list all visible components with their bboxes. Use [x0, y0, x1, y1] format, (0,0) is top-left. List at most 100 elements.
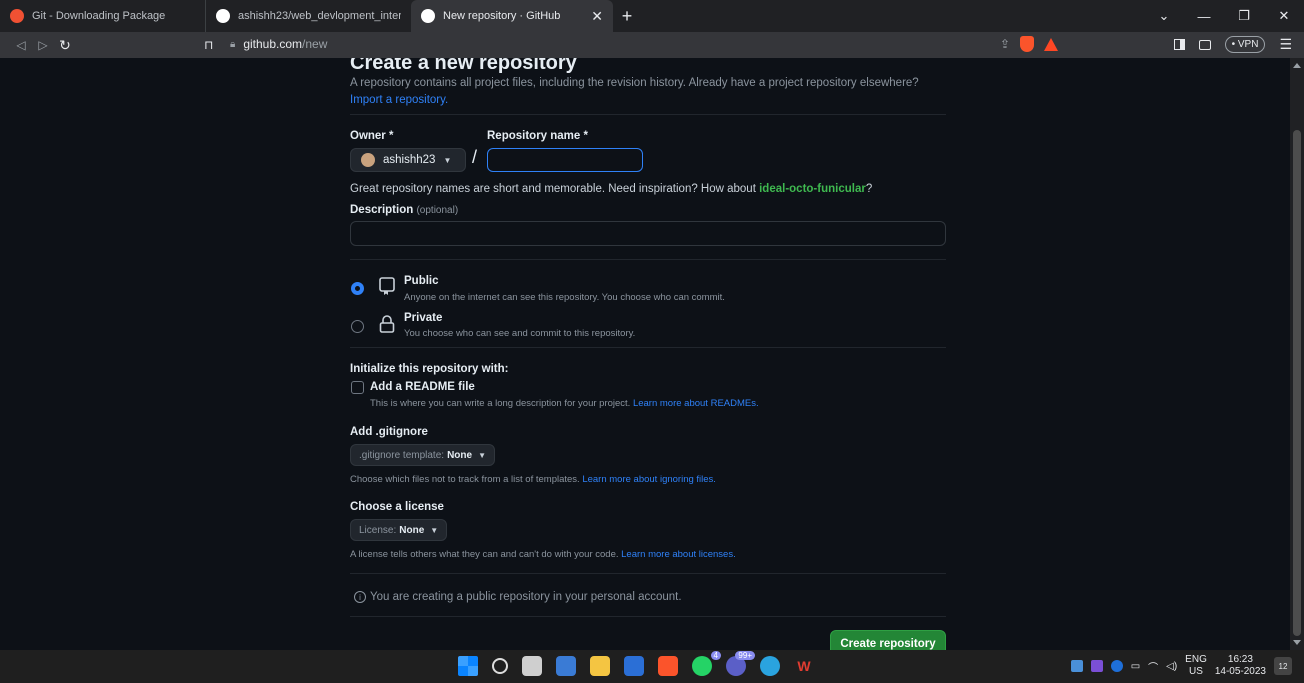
language-top: ENG [1185, 654, 1207, 665]
file-explorer-icon[interactable] [590, 656, 610, 676]
task-view-icon[interactable] [522, 656, 542, 676]
chevron-down-icon: ▼ [443, 155, 452, 165]
close-window-icon[interactable]: ✕ [1264, 8, 1304, 24]
gitignore-template-dropdown[interactable]: .gitignore template: None ▼ [350, 444, 495, 466]
tab-search-icon[interactable]: ⌄ [1144, 8, 1184, 24]
owner-label: Owner * [350, 130, 394, 142]
license-value: None [399, 524, 425, 536]
owner-value: ashishh23 [383, 154, 436, 166]
optional-tag: (optional) [416, 205, 459, 216]
tab-label: ashishh23/web_devlopment_internship [238, 10, 401, 22]
lock-icon: 🔒︎ [230, 38, 236, 50]
windows-start-icon[interactable] [458, 656, 478, 676]
menu-icon[interactable]: ☰ [1279, 36, 1292, 53]
owner-separator: / [472, 147, 478, 167]
hint-suffix: ? [865, 183, 873, 195]
microsoft-store-icon[interactable] [624, 656, 644, 676]
readme-description: This is where you can write a long descr… [370, 398, 759, 409]
scroll-down-icon[interactable] [1293, 640, 1301, 645]
reload-icon[interactable]: ↻ [54, 37, 76, 54]
restore-icon[interactable]: ❐ [1224, 8, 1264, 24]
wps-office-icon[interactable]: W [794, 656, 814, 676]
divider [350, 573, 946, 574]
github-favicon-icon [421, 9, 435, 23]
lock-icon [379, 315, 395, 333]
clock[interactable]: 16:23 14-05-2023 [1215, 654, 1266, 678]
create-repository-button[interactable]: Create repository [830, 630, 946, 650]
telegram-icon[interactable] [760, 656, 780, 676]
language-bottom: US [1189, 666, 1203, 677]
license-description: A license tells others what they can and… [350, 549, 736, 560]
notification-icon[interactable]: 12 [1274, 657, 1292, 675]
info-text: You are creating a public repository in … [370, 591, 682, 603]
tab-new-repository[interactable]: New repository · GitHub ✕ [411, 0, 613, 32]
teams-badge: 99+ [735, 651, 755, 660]
suggested-name-link[interactable]: ideal-octo-funicular [759, 183, 866, 195]
page-scrollbar[interactable] [1290, 58, 1304, 650]
battery-icon[interactable]: ▭ [1131, 661, 1140, 672]
bluetooth-icon[interactable] [1110, 660, 1123, 672]
close-tab-icon[interactable]: ✕ [591, 8, 603, 25]
widgets-icon[interactable] [556, 656, 576, 676]
sidebar-icon[interactable] [1173, 39, 1185, 50]
notification-count: 12 [1278, 661, 1288, 671]
gitignore-value: None [447, 449, 473, 461]
new-tab-icon[interactable]: + [613, 0, 641, 32]
volume-icon[interactable]: ◁) [1166, 661, 1177, 672]
gitignore-prefix: .gitignore template: [359, 449, 445, 461]
brave-shields-icon[interactable] [1020, 36, 1035, 52]
address-actions: ⇪ [1000, 36, 1059, 52]
repository-name-input[interactable] [487, 148, 643, 172]
readme-learn-more-link[interactable]: Learn more about READMEs. [633, 398, 759, 409]
readme-checkbox[interactable] [351, 381, 364, 394]
divider [350, 259, 946, 260]
page-viewport: Create a new repository A repository con… [0, 58, 1304, 650]
owner-dropdown[interactable]: ashishh23 ▼ [350, 148, 466, 172]
brave-browser-icon[interactable] [658, 656, 678, 676]
gitignore-desc-text: Choose which files not to track from a l… [350, 474, 583, 485]
forward-icon[interactable]: ▷ [32, 38, 54, 52]
license-learn-more-link[interactable]: Learn more about licenses. [621, 549, 736, 560]
private-title: Private [404, 312, 443, 324]
share-icon[interactable]: ⇪ [1000, 37, 1010, 51]
import-repository-link[interactable]: Import a repository. [350, 94, 448, 106]
name-hint: Great repository names are short and mem… [350, 183, 950, 195]
chevron-down-icon: ▼ [430, 525, 439, 535]
description-label: Description (optional) [350, 204, 458, 216]
bookmark-icon[interactable]: ⊓ [204, 38, 213, 52]
window-controls: ⌄ — ❐ ✕ [1144, 0, 1304, 32]
tab-label: New repository · GitHub [443, 10, 561, 22]
license-dropdown[interactable]: License: None ▼ [350, 519, 448, 541]
gitignore-heading: Add .gitignore [350, 426, 428, 438]
public-radio[interactable] [351, 282, 364, 295]
scroll-up-icon[interactable] [1293, 63, 1301, 68]
screen: Git - Downloading Package ashishh23/web_… [0, 0, 1304, 683]
wifi-icon[interactable]: ⌒ [1148, 659, 1158, 674]
address-bar[interactable]: 🔒︎ github.com/new [230, 37, 327, 51]
vpn-button[interactable]: • VPN [1224, 36, 1266, 53]
url-path: /new [302, 37, 328, 51]
search-icon[interactable] [492, 658, 508, 674]
scrollbar-thumb[interactable] [1293, 130, 1301, 636]
language-indicator[interactable]: ENG US [1185, 654, 1207, 678]
gitignore-learn-more-link[interactable]: Learn more about ignoring files. [582, 474, 716, 485]
private-radio[interactable] [351, 320, 364, 333]
clock-time: 16:23 [1227, 654, 1253, 665]
minimize-icon[interactable]: — [1184, 9, 1224, 24]
wallet-icon[interactable] [1198, 39, 1211, 50]
license-desc-text: A license tells others what they can and… [350, 549, 622, 560]
description-input[interactable] [350, 221, 946, 246]
chevron-down-icon: ▼ [478, 450, 486, 460]
brave-rewards-icon[interactable] [1044, 37, 1059, 51]
tab-git-download[interactable]: Git - Downloading Package [0, 0, 205, 32]
hint-text: Great repository names are short and mem… [350, 183, 760, 195]
system-tray: ▭ ⌒ ◁) ENG US 16:23 14-05-2023 12 [1070, 654, 1292, 678]
teams-icon[interactable]: 99+ [726, 651, 755, 676]
tab-github-repo[interactable]: ashishh23/web_devlopment_internship [205, 0, 411, 32]
whatsapp-icon[interactable]: 4 [692, 651, 721, 676]
onenote-icon[interactable] [1090, 660, 1103, 672]
browser-tools: • VPN ☰ [1173, 36, 1292, 53]
gitignore-description: Choose which files not to track from a l… [350, 474, 716, 485]
onedrive-icon[interactable] [1070, 660, 1083, 672]
back-icon[interactable]: ◁ [10, 38, 32, 52]
